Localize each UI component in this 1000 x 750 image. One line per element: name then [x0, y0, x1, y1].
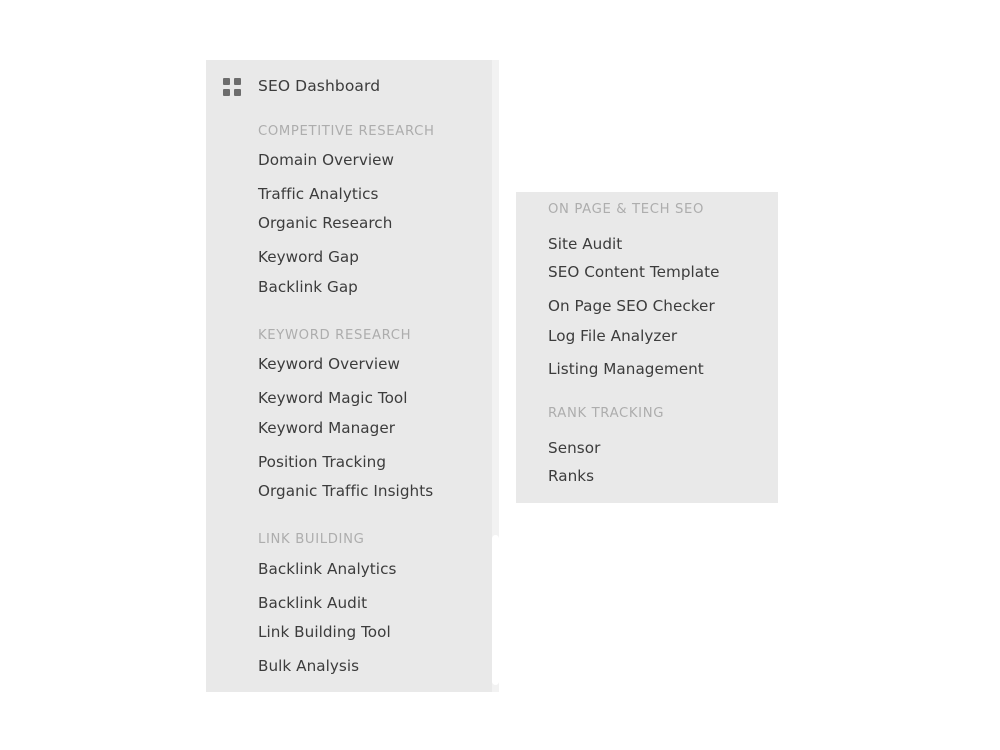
menu-item-link-building-tool[interactable]: Link Building Tool	[258, 624, 391, 640]
section-title-on-page-and-tech-seo: ON PAGE & TECH SEO	[548, 202, 705, 217]
secondary-menu-panel: ON PAGE & TECH SEO Site Audit SEO Content …	[516, 192, 778, 503]
sidebar-scrollbar-thumb[interactable]	[492, 535, 499, 685]
menu-item-keyword-manager[interactable]: Keyword Manager	[258, 420, 395, 436]
menu-item-bulk-analysis[interactable]: Bulk Analysis	[258, 658, 359, 674]
seo-dashboard-item[interactable]: SEO Dashboard	[206, 71, 499, 103]
menu-item-listing-management[interactable]: Listing Management	[548, 361, 704, 377]
menu-item-organic-traffic-insights[interactable]: Organic Traffic Insights	[258, 483, 433, 499]
section-title-rank-tracking: RANK TRACKING	[548, 406, 665, 421]
menu-item-ranks[interactable]: Ranks	[548, 468, 594, 484]
menu-item-keyword-overview[interactable]: Keyword Overview	[258, 356, 400, 372]
primary-menu-inner: SEO Dashboard COMPETITIVE RESEARCH Domain…	[206, 60, 499, 692]
menu-item-sensor[interactable]: Sensor	[548, 440, 600, 456]
menu-item-on-page-seo-checker[interactable]: On Page SEO Checker	[548, 298, 715, 314]
section-title-link-building: LINK BUILDING	[258, 532, 365, 547]
sidebar-scrollbar-track[interactable]	[492, 60, 499, 692]
menu-item-seo-content-template[interactable]: SEO Content Template	[548, 264, 720, 280]
section-title-keyword-research: KEYWORD RESEARCH	[258, 328, 412, 343]
menu-item-log-file-analyzer[interactable]: Log File Analyzer	[548, 328, 677, 344]
menu-item-backlink-analytics[interactable]: Backlink Analytics	[258, 561, 396, 577]
menu-item-traffic-analytics[interactable]: Traffic Analytics	[258, 186, 379, 202]
menu-item-organic-research[interactable]: Organic Research	[258, 215, 392, 231]
menu-item-site-audit[interactable]: Site Audit	[548, 236, 622, 252]
menu-item-domain-overview[interactable]: Domain Overview	[258, 152, 394, 168]
seo-dashboard-label: SEO Dashboard	[258, 77, 381, 96]
menu-item-backlink-audit[interactable]: Backlink Audit	[258, 595, 367, 611]
section-title-competitive-research: COMPETITIVE RESEARCH	[258, 124, 435, 139]
menu-item-backlink-gap[interactable]: Backlink Gap	[258, 279, 358, 295]
menu-item-position-tracking[interactable]: Position Tracking	[258, 454, 386, 470]
menu-item-keyword-magic-tool[interactable]: Keyword Magic Tool	[258, 390, 408, 406]
menu-item-keyword-gap[interactable]: Keyword Gap	[258, 249, 359, 265]
primary-menu-panel: SEO Dashboard COMPETITIVE RESEARCH Domain…	[206, 60, 499, 692]
secondary-menu-inner: ON PAGE & TECH SEO Site Audit SEO Content …	[516, 192, 778, 503]
grid-apps-icon	[223, 78, 241, 96]
